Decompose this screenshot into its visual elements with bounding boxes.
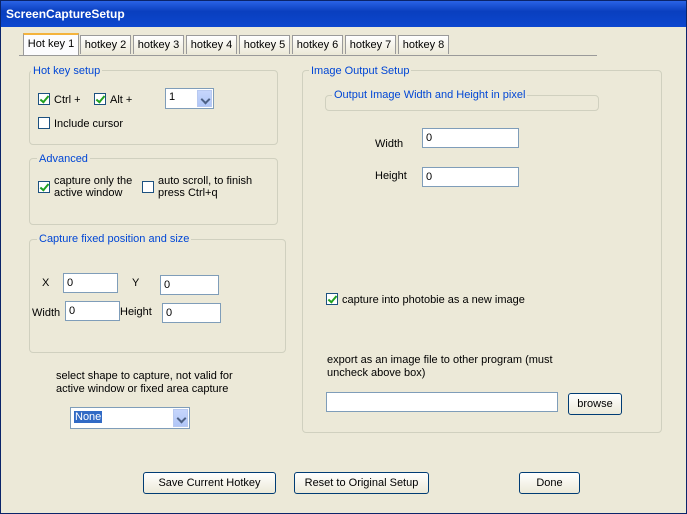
alt-label: Alt + [110,94,133,106]
advanced-title: Advanced [37,153,90,165]
x-input[interactable]: 0 [63,273,118,293]
y-input[interactable]: 0 [160,275,219,295]
chevron-down-icon[interactable] [173,409,188,427]
hotkey-setup-group [29,70,278,145]
auto-scroll-label-line1: auto scroll, to finish [158,175,253,187]
output-width-label: Width [375,138,404,150]
export-label-line2: uncheck above box) [327,367,426,379]
alt-checkbox[interactable] [94,93,106,105]
photobie-label: capture into photobie as a new image [342,294,525,306]
active-window-label-line1: capture only the [54,175,133,187]
active-window-checkbox[interactable] [38,181,50,193]
include-cursor-checkbox[interactable] [38,117,50,129]
ctrl-label: Ctrl + [54,94,81,106]
tab-panel-divider [19,55,597,56]
output-size-title: Output Image Width and Height in pixel [332,89,528,101]
reset-setup-button[interactable]: Reset to Original Setup [294,472,429,494]
output-height-label: Height [375,170,407,182]
fixed-position-title: Capture fixed position and size [37,233,192,245]
chevron-down-icon[interactable] [197,90,212,107]
save-hotkey-button[interactable]: Save Current Hotkey [143,472,276,494]
hotkey-setup-title: Hot key setup [31,65,103,77]
tab-hot-key-1[interactable]: Hot key 1 [23,33,79,56]
tab-hotkey-7[interactable]: hotkey 7 [345,35,396,54]
photobie-checkbox[interactable] [326,293,338,305]
auto-scroll-checkbox[interactable] [142,181,154,193]
tab-hotkey-2[interactable]: hotkey 2 [80,35,131,54]
auto-scroll-label-line2: press Ctrl+q [158,187,218,199]
output-height-input[interactable]: 0 [422,167,519,187]
height-label: Height [120,306,152,318]
hotkey-key-value: 1 [169,91,176,103]
tab-hotkey-3[interactable]: hotkey 3 [133,35,184,54]
screen-capture-setup-window: ScreenCaptureSetup Hot key 1 hotkey 2 ho… [0,0,687,514]
shape-label-line2: active window or fixed area capture [56,383,229,395]
fixed-width-input[interactable]: 0 [65,301,120,321]
output-width-input[interactable]: 0 [422,128,519,148]
x-label: X [42,277,50,289]
tab-hotkey-5[interactable]: hotkey 5 [239,35,290,54]
fixed-height-input[interactable]: 0 [162,303,221,323]
tab-hotkey-6[interactable]: hotkey 6 [292,35,343,54]
y-label: Y [132,277,140,289]
shape-value: None [74,411,103,423]
hotkey-key-select[interactable]: 1 [165,88,214,109]
active-window-label-line2: active window [54,187,123,199]
title-bar[interactable]: ScreenCaptureSetup [1,1,686,27]
shape-label-line1: select shape to capture, not valid for [56,370,233,382]
browse-button[interactable]: browse [568,393,622,415]
export-path-input[interactable] [326,392,558,412]
tab-hotkey-4[interactable]: hotkey 4 [186,35,237,54]
export-label-line1: export as an image file to other program… [327,354,553,366]
width-label: Width [32,307,61,319]
fixed-position-group [29,239,286,353]
ctrl-checkbox[interactable] [38,93,50,105]
image-output-title: Image Output Setup [309,65,412,77]
shape-select[interactable]: None [70,407,190,429]
window-title: ScreenCaptureSetup [6,7,125,21]
done-button[interactable]: Done [519,472,580,494]
tab-hotkey-8[interactable]: hotkey 8 [398,35,449,54]
include-cursor-label: Include cursor [54,118,124,130]
